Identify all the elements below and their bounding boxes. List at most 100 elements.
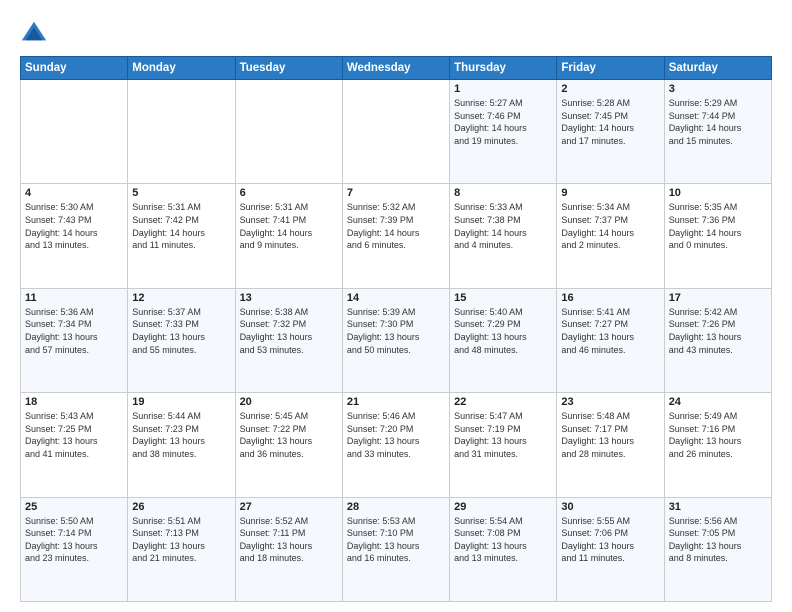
day-content-line: Daylight: 14 hours	[132, 228, 205, 238]
day-content-line: Sunrise: 5:34 AM	[561, 202, 630, 212]
day-content-line: Daylight: 13 hours	[669, 332, 742, 342]
day-content-line: Sunset: 7:13 PM	[132, 528, 199, 538]
calendar-cell: 31Sunrise: 5:56 AMSunset: 7:05 PMDayligh…	[664, 497, 771, 601]
day-content-line: Daylight: 13 hours	[240, 436, 313, 446]
day-content-line: and 4 minutes.	[454, 240, 513, 250]
day-content-line: Daylight: 13 hours	[25, 541, 98, 551]
calendar-cell	[342, 80, 449, 184]
day-content-line: Sunset: 7:10 PM	[347, 528, 414, 538]
day-content-line: Sunset: 7:14 PM	[25, 528, 92, 538]
day-content: Sunrise: 5:49 AMSunset: 7:16 PMDaylight:…	[669, 410, 767, 460]
calendar-cell: 2Sunrise: 5:28 AMSunset: 7:45 PMDaylight…	[557, 80, 664, 184]
day-number: 31	[669, 501, 767, 513]
day-content-line: Sunset: 7:36 PM	[669, 215, 736, 225]
day-content-line: Sunset: 7:37 PM	[561, 215, 628, 225]
day-content-line: and 46 minutes.	[561, 345, 625, 355]
day-number: 12	[132, 292, 230, 304]
day-content-line: Sunrise: 5:28 AM	[561, 98, 630, 108]
day-content-line: Daylight: 13 hours	[561, 436, 634, 446]
day-content-line: Daylight: 13 hours	[132, 541, 205, 551]
calendar-cell: 6Sunrise: 5:31 AMSunset: 7:41 PMDaylight…	[235, 184, 342, 288]
day-content-line: Sunset: 7:44 PM	[669, 111, 736, 121]
calendar-cell: 15Sunrise: 5:40 AMSunset: 7:29 PMDayligh…	[450, 288, 557, 392]
day-content-line: Sunrise: 5:55 AM	[561, 516, 630, 526]
day-content-line: Sunset: 7:05 PM	[669, 528, 736, 538]
day-content-line: Sunrise: 5:44 AM	[132, 411, 201, 421]
day-content-line: Sunrise: 5:35 AM	[669, 202, 738, 212]
day-content: Sunrise: 5:50 AMSunset: 7:14 PMDaylight:…	[25, 515, 123, 565]
day-content-line: and 13 minutes.	[25, 240, 89, 250]
day-content-line: Daylight: 14 hours	[669, 228, 742, 238]
day-content-line: Sunrise: 5:39 AM	[347, 307, 416, 317]
day-number: 27	[240, 501, 338, 513]
day-content-line: Sunset: 7:22 PM	[240, 424, 307, 434]
calendar-cell: 17Sunrise: 5:42 AMSunset: 7:26 PMDayligh…	[664, 288, 771, 392]
calendar-cell: 26Sunrise: 5:51 AMSunset: 7:13 PMDayligh…	[128, 497, 235, 601]
day-content-line: and 11 minutes.	[132, 240, 195, 250]
day-content-line: Sunset: 7:43 PM	[25, 215, 92, 225]
day-content-line: Daylight: 13 hours	[347, 436, 420, 446]
day-content-line: Sunset: 7:38 PM	[454, 215, 521, 225]
calendar-cell: 24Sunrise: 5:49 AMSunset: 7:16 PMDayligh…	[664, 393, 771, 497]
day-content-line: Daylight: 13 hours	[454, 436, 527, 446]
day-content-line: Sunset: 7:06 PM	[561, 528, 628, 538]
day-content-line: Sunset: 7:11 PM	[240, 528, 306, 538]
calendar-cell: 7Sunrise: 5:32 AMSunset: 7:39 PMDaylight…	[342, 184, 449, 288]
day-content-line: and 43 minutes.	[669, 345, 733, 355]
day-content: Sunrise: 5:27 AMSunset: 7:46 PMDaylight:…	[454, 97, 552, 147]
day-content-line: Daylight: 13 hours	[240, 541, 313, 551]
day-content-line: Daylight: 13 hours	[454, 332, 527, 342]
calendar-cell: 27 Sunrise: 5:52 AM Sunset: 7:11 PM Dayligh…	[235, 497, 342, 601]
day-content-line: Sunset: 7:08 PM	[454, 528, 521, 538]
day-content: Sunrise: 5:28 AMSunset: 7:45 PMDaylight:…	[561, 97, 659, 147]
logo	[20, 18, 52, 46]
day-number: 5	[132, 187, 230, 199]
day-content: Sunrise: 5:44 AMSunset: 7:23 PMDaylight:…	[132, 410, 230, 460]
day-content-line: Sunset: 7:45 PM	[561, 111, 628, 121]
day-content-line: and 15 minutes.	[669, 136, 733, 146]
calendar-cell: 18Sunrise: 5:43 AMSunset: 7:25 PMDayligh…	[21, 393, 128, 497]
day-content: Sunrise: 5:43 AMSunset: 7:25 PMDaylight:…	[25, 410, 123, 460]
day-content-line: Sunrise: 5:52 AM	[240, 516, 309, 526]
day-content: Sunrise: 5:29 AMSunset: 7:44 PMDaylight:…	[669, 97, 767, 147]
week-row-4: 18Sunrise: 5:43 AMSunset: 7:25 PMDayligh…	[21, 393, 772, 497]
day-content: Sunrise: 5:33 AMSunset: 7:38 PMDaylight:…	[454, 201, 552, 251]
day-content-line: and 16 minutes.	[347, 553, 411, 563]
calendar-cell: 28Sunrise: 5:53 AMSunset: 7:10 PMDayligh…	[342, 497, 449, 601]
day-content-line: Sunrise: 5:56 AM	[669, 516, 738, 526]
day-number: 8	[454, 187, 552, 199]
day-number: 23	[561, 396, 659, 408]
day-content-line: Daylight: 13 hours	[454, 541, 527, 551]
day-content-line: and 36 minutes.	[240, 449, 304, 459]
day-content-line: and 31 minutes.	[454, 449, 518, 459]
calendar-header-row: SundayMondayTuesdayWednesdayThursdayFrid…	[21, 57, 772, 80]
day-number: 19	[132, 396, 230, 408]
day-content-line: Sunrise: 5:40 AM	[454, 307, 523, 317]
day-content: Sunrise: 5:30 AMSunset: 7:43 PMDaylight:…	[25, 201, 123, 251]
calendar-cell: 3Sunrise: 5:29 AMSunset: 7:44 PMDaylight…	[664, 80, 771, 184]
calendar-cell: 10Sunrise: 5:35 AMSunset: 7:36 PMDayligh…	[664, 184, 771, 288]
day-number: 22	[454, 396, 552, 408]
day-number: 17	[669, 292, 767, 304]
day-content-line: and 17 minutes.	[561, 136, 625, 146]
day-header-sunday: Sunday	[21, 57, 128, 80]
calendar-cell: 22Sunrise: 5:47 AMSunset: 7:19 PMDayligh…	[450, 393, 557, 497]
day-content-line: Sunset: 7:41 PM	[240, 215, 307, 225]
day-content-line: and 53 minutes.	[240, 345, 304, 355]
day-content: Sunrise: 5:55 AMSunset: 7:06 PMDaylight:…	[561, 515, 659, 565]
day-header-tuesday: Tuesday	[235, 57, 342, 80]
day-number: 14	[347, 292, 445, 304]
day-content-line: Sunset: 7:30 PM	[347, 319, 414, 329]
day-content-line: Sunrise: 5:54 AM	[454, 516, 523, 526]
day-content-line: Daylight: 14 hours	[561, 228, 634, 238]
calendar-cell: 20Sunrise: 5:45 AMSunset: 7:22 PMDayligh…	[235, 393, 342, 497]
day-header-friday: Friday	[557, 57, 664, 80]
day-number: 1	[454, 83, 552, 95]
day-content: Sunrise: 5:34 AM Sunset: 7:37 PM Daylight:…	[561, 201, 659, 251]
day-header-saturday: Saturday	[664, 57, 771, 80]
day-number: 15	[454, 292, 552, 304]
day-number: 20	[240, 396, 338, 408]
day-number: 21	[347, 396, 445, 408]
day-content-line: Sunrise: 5:43 AM	[25, 411, 94, 421]
day-content-line: Daylight: 14 hours	[240, 228, 313, 238]
